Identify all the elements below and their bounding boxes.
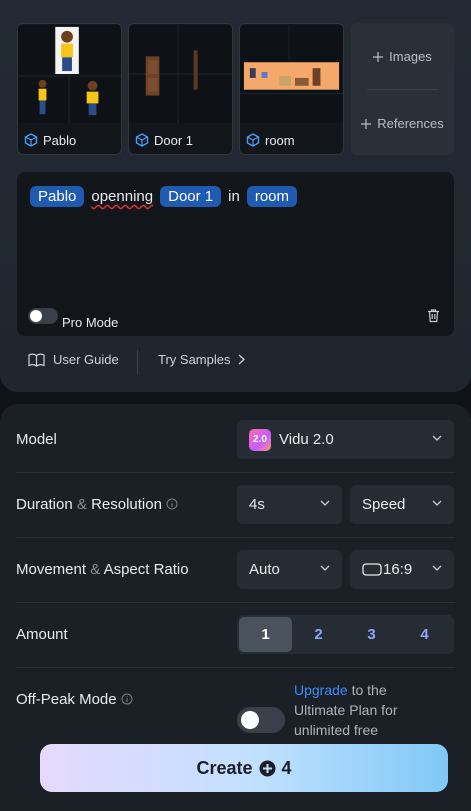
offpeak-upgrade-text: Upgrade to the Ultimate Plan for unlimit… (294, 680, 424, 740)
amount-option-3[interactable]: 3 (345, 617, 398, 652)
reference-card-door[interactable]: Door 1 (128, 23, 233, 155)
resolution-select[interactable]: Speed (350, 485, 454, 524)
duration-value: 4s (249, 496, 265, 513)
try-samples-label: Try Samples (158, 352, 231, 367)
toggle-knob (241, 711, 259, 729)
reference-label: room (265, 132, 295, 148)
book-icon (28, 353, 45, 367)
chevron-right-icon (239, 354, 246, 365)
plus-icon (373, 51, 384, 62)
divider (16, 537, 455, 538)
amount-option-1[interactable]: 1 (239, 617, 292, 652)
amount-selector: 1 2 3 4 (237, 615, 454, 654)
aspect-ratio-icon (362, 563, 382, 576)
upgrade-link[interactable]: Upgrade (294, 682, 348, 698)
create-button[interactable]: Create 4 (40, 744, 448, 792)
movement-word: Movement (16, 561, 87, 578)
offpeak-label: Off-Peak Mode (16, 691, 133, 708)
cube-icon (135, 133, 149, 147)
model-value: Vidu 2.0 (279, 431, 334, 448)
amount-option-4[interactable]: 4 (398, 617, 451, 652)
divider (137, 350, 138, 374)
add-images-button[interactable]: Images (351, 49, 454, 64)
toggle-knob (30, 310, 42, 322)
amount-option-2[interactable]: 2 (292, 617, 345, 652)
plus-icon (361, 118, 372, 129)
prompt-chip[interactable]: Door 1 (160, 186, 222, 207)
duration-word: Duration (16, 496, 73, 513)
door-thumbnail (129, 24, 232, 124)
model-label: Model (16, 431, 57, 448)
movement-aspect-label: Movement & Aspect Ratio (16, 561, 189, 578)
create-label: Create (196, 757, 253, 778)
add-images-label: Images (389, 49, 432, 64)
cube-icon (246, 133, 260, 147)
info-icon[interactable] (166, 498, 178, 510)
offpeak-toggle[interactable] (237, 707, 285, 733)
resolution-word: Resolution (91, 496, 162, 513)
room-thumbnail (240, 24, 343, 124)
reference-card-room[interactable]: room (239, 23, 344, 155)
divider (16, 472, 455, 473)
chevron-down-icon (320, 565, 330, 571)
prompt-word: in (228, 188, 240, 205)
prompt-chip[interactable]: room (246, 186, 298, 207)
user-guide-link[interactable]: User Guide (28, 352, 119, 367)
user-guide-label: User Guide (53, 352, 119, 367)
divider (367, 89, 438, 90)
chevron-down-icon (432, 500, 442, 506)
prompt-input[interactable]: Pablo openning Door 1 in room (17, 172, 454, 336)
duration-resolution-label: Duration & Resolution (16, 496, 178, 513)
aspect-ratio-word: Aspect Ratio (103, 561, 189, 578)
chevron-down-icon (432, 565, 442, 571)
divider (16, 667, 455, 668)
reference-card-pablo[interactable]: Pablo (17, 23, 122, 155)
pro-mode-label: Pro Mode (62, 315, 119, 330)
info-icon[interactable] (121, 693, 133, 705)
add-card: Images References (351, 23, 454, 155)
offpeak-label-text: Off-Peak Mode (16, 691, 117, 708)
reference-label: Door 1 (154, 132, 194, 148)
chevron-down-icon (432, 435, 442, 441)
aspect-ratio-value: 16:9 (383, 561, 413, 578)
trash-icon[interactable] (426, 308, 441, 323)
create-cost: 4 (281, 757, 292, 778)
chevron-down-icon (320, 500, 330, 506)
movement-select[interactable]: Auto (237, 550, 342, 589)
pablo-thumbnail (18, 24, 121, 124)
try-samples-link[interactable]: Try Samples (158, 352, 246, 367)
reference-label: Pablo (43, 132, 77, 148)
credit-icon (259, 760, 275, 776)
pro-mode-toggle[interactable] (28, 308, 58, 324)
movement-value: Auto (249, 561, 280, 578)
add-references-label: References (377, 116, 444, 131)
vidu-logo-icon: 2.0 (249, 428, 271, 451)
resolution-value: Speed (362, 496, 406, 513)
prompt-chip[interactable]: Pablo (30, 186, 85, 207)
ampersand: & (76, 496, 87, 513)
divider (16, 602, 455, 603)
duration-select[interactable]: 4s (237, 485, 342, 524)
prompt-text: Pablo openning Door 1 in room (30, 186, 298, 207)
cube-icon (24, 133, 38, 147)
ampersand: & (90, 561, 101, 578)
add-references-button[interactable]: References (351, 116, 454, 131)
prompt-word: openning (91, 188, 154, 205)
amount-label: Amount (16, 626, 68, 643)
aspect-ratio-select[interactable]: 16:9 (350, 550, 454, 589)
model-select[interactable]: 2.0 Vidu 2.0 (237, 420, 454, 459)
